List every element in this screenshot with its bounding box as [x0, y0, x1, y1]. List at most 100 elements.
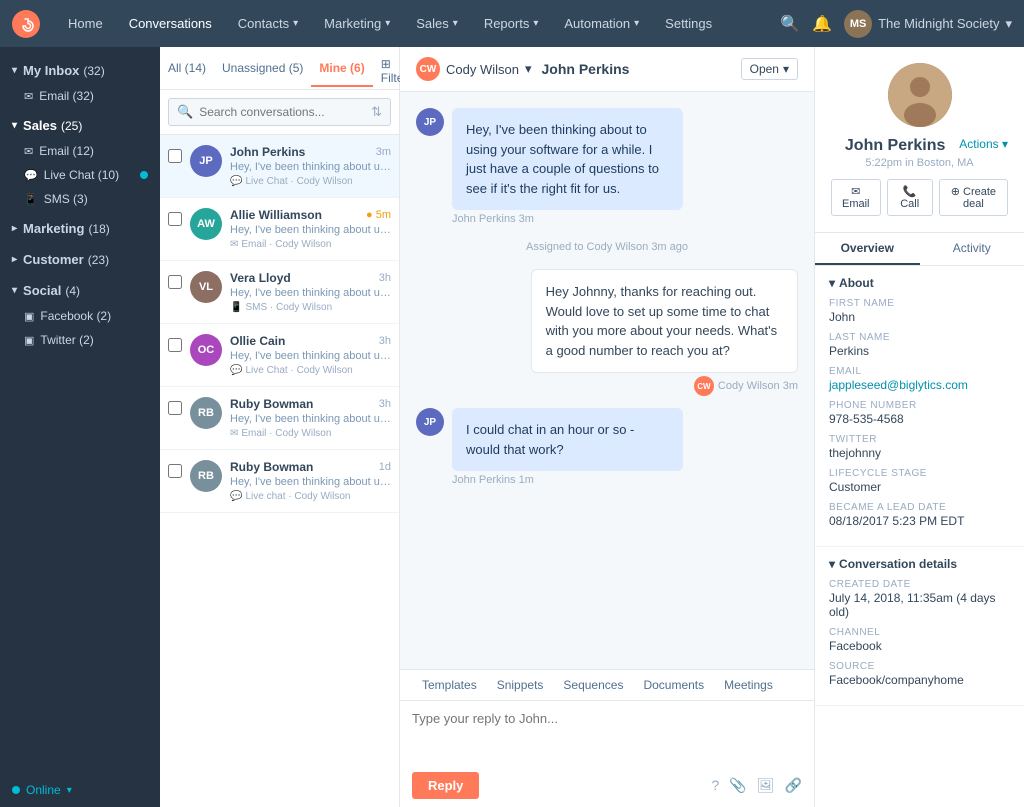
conv-name: Ruby Bowman — [230, 397, 313, 411]
conv-checkbox[interactable] — [168, 275, 182, 289]
sidebar-header-customer[interactable]: ▸ Customer (23) — [0, 246, 160, 273]
first-name-value: John — [829, 310, 1010, 324]
create-deal-button[interactable]: ⊕ Create deal — [939, 179, 1008, 216]
marketing-count: (18) — [88, 222, 109, 236]
conv-name: Ruby Bowman — [230, 460, 313, 474]
sidebar-section-label: Sales — [23, 118, 57, 133]
conv-preview: Hey, I've been thinking about using your… — [230, 476, 391, 488]
conversation-details-section: ▾ Conversation details Created date July… — [815, 547, 1024, 706]
chat-status[interactable]: Open ▾ — [741, 58, 798, 80]
sort-icon[interactable]: ⇅ — [371, 104, 382, 120]
conv-checkbox[interactable] — [168, 212, 182, 226]
email-contact-button[interactable]: ✉ Email — [831, 179, 881, 216]
message-agent-1: Hey Johnny, thanks for reaching out. Wou… — [531, 269, 798, 396]
tab-documents[interactable]: Documents — [633, 670, 714, 700]
sidebar-item-livechat-sales[interactable]: 💬 Live Chat (10) — [0, 163, 160, 187]
tab-mine[interactable]: Mine (6) — [311, 51, 372, 87]
sidebar-section-label: My Inbox — [23, 63, 79, 78]
nav-settings[interactable]: Settings — [653, 10, 724, 37]
actions-link[interactable]: Actions ▾ — [959, 137, 1008, 151]
sidebar-header-myinbox[interactable]: ▾ My Inbox (32) — [0, 57, 160, 84]
left-sidebar: ▾ My Inbox (32) ✉ Email (32) ▾ Sales (25… — [0, 47, 160, 807]
conv-time: 1d — [379, 461, 391, 473]
channel-field: Channel Facebook — [829, 627, 1010, 653]
conversation-details-header[interactable]: ▾ Conversation details — [829, 557, 1010, 571]
search-icon[interactable]: 🔍 — [780, 14, 800, 34]
help-icon[interactable]: ? — [712, 777, 720, 794]
search-input[interactable] — [199, 105, 365, 119]
avatar: AW — [190, 208, 222, 240]
conv-channel: 💬 Live chat · Cody Wilson — [230, 491, 391, 502]
conv-checkbox[interactable] — [168, 401, 182, 415]
lead-date-label: Became a Lead Date — [829, 502, 1010, 513]
last-name-value: Perkins — [829, 344, 1010, 358]
chat-header: CW Cody Wilson ▾ John Perkins Open ▾ — [400, 47, 814, 92]
nav-automation[interactable]: Automation ▾ — [552, 10, 651, 37]
assignee-selector[interactable]: CW Cody Wilson ▾ — [416, 57, 532, 81]
conv-time: 3h — [379, 335, 391, 347]
tab-activity[interactable]: Activity — [920, 233, 1024, 265]
sidebar-item-facebook[interactable]: ▣ Facebook (2) — [0, 304, 160, 328]
conv-preview: Hey, I've been thinking about using your… — [230, 224, 391, 236]
conv-item-john-perkins[interactable]: JP John Perkins 3m Hey, I've been thinki… — [160, 135, 399, 198]
conv-item-ruby-bowman-2[interactable]: RB Ruby Bowman 1d Hey, I've been thinkin… — [160, 450, 399, 513]
customer-avatar: JP — [416, 408, 444, 436]
conv-item-ollie-cain[interactable]: OC Ollie Cain 3h Hey, I've been thinking… — [160, 324, 399, 387]
hubspot-logo[interactable] — [12, 10, 40, 38]
conv-preview: Hey, I've been thinking about using your… — [230, 287, 391, 299]
conv-preview: Hey, I've been thinking about using your… — [230, 350, 391, 362]
tab-unassigned[interactable]: Unassigned (5) — [214, 51, 311, 87]
sidebar-item-sms-sales[interactable]: 📱 SMS (3) — [0, 187, 160, 211]
reply-button[interactable]: Reply — [412, 772, 479, 799]
nav-marketing[interactable]: Marketing ▾ — [312, 10, 402, 37]
conv-item-allie-williamson[interactable]: AW Allie Williamson ● 5m Hey, I've been … — [160, 198, 399, 261]
tab-meetings[interactable]: Meetings — [714, 670, 783, 700]
source-value: Facebook/companyhome — [829, 673, 1010, 687]
customer-avatar: JP — [416, 108, 444, 136]
email-value[interactable]: jappleseed@biglytics.com — [829, 378, 1010, 392]
sidebar-item-twitter[interactable]: ▣ Twitter (2) — [0, 328, 160, 352]
link-icon[interactable]: 🔗 — [785, 777, 802, 794]
chevron-down-icon: ▾ — [12, 65, 17, 76]
conv-item-vera-lloyd[interactable]: VL Vera Lloyd 3h Hey, I've been thinking… — [160, 261, 399, 324]
tab-all[interactable]: All (14) — [160, 51, 214, 87]
sidebar-item-email-sales[interactable]: ✉ Email (12) — [0, 139, 160, 163]
message-meta: CW Cody Wilson 3m — [531, 376, 798, 396]
conv-name: Ollie Cain — [230, 334, 285, 348]
chevron-down-icon: ▾ — [829, 557, 835, 571]
lead-date-value: 08/18/2017 5:23 PM EDT — [829, 514, 1010, 528]
nav-reports[interactable]: Reports ▾ — [472, 10, 551, 37]
tab-sequences[interactable]: Sequences — [553, 670, 633, 700]
sidebar-header-marketing[interactable]: ▸ Marketing (18) — [0, 215, 160, 242]
conv-checkbox[interactable] — [168, 338, 182, 352]
nav-contacts[interactable]: Contacts ▾ — [226, 10, 310, 37]
conv-item-ruby-bowman-1[interactable]: RB Ruby Bowman 3h Hey, I've been thinkin… — [160, 387, 399, 450]
right-sidebar: Actions ▾ John Perkins 5:22pm in Boston,… — [814, 47, 1024, 807]
sidebar-section-social: ▾ Social (4) ▣ Facebook (2) ▣ Twitter (2… — [0, 277, 160, 352]
tab-snippets[interactable]: Snippets — [487, 670, 554, 700]
chevron-down-icon: ▾ — [829, 276, 835, 290]
user-menu[interactable]: MS The Midnight Society ▾ — [844, 10, 1012, 38]
call-contact-button[interactable]: 📞 Call — [887, 179, 933, 216]
sidebar-section-label: Marketing — [23, 221, 84, 236]
search-box[interactable]: 🔍 ⇅ — [168, 98, 391, 126]
image-icon[interactable]: 🖼 — [757, 777, 775, 794]
about-header[interactable]: ▾ About — [829, 276, 1010, 290]
contact-header: Actions ▾ John Perkins 5:22pm in Boston,… — [815, 47, 1024, 233]
nav-conversations[interactable]: Conversations — [117, 10, 224, 37]
sidebar-item-email-inbox[interactable]: ✉ Email (32) — [0, 84, 160, 108]
conv-checkbox[interactable] — [168, 149, 182, 163]
message-customer-2: JP I could chat in an hour or so - would… — [416, 408, 683, 486]
reply-textarea[interactable] — [400, 701, 814, 761]
sidebar-header-sales[interactable]: ▾ Sales (25) — [0, 112, 160, 139]
tab-templates[interactable]: Templates — [412, 670, 487, 700]
conv-checkbox[interactable] — [168, 464, 182, 478]
attachment-icon[interactable]: 📎 — [729, 777, 746, 794]
online-toggle[interactable]: Online ▾ — [12, 783, 148, 797]
tab-overview[interactable]: Overview — [815, 233, 920, 265]
nav-sales[interactable]: Sales ▾ — [404, 10, 470, 37]
sidebar-header-social[interactable]: ▾ Social (4) — [0, 277, 160, 304]
nav-home[interactable]: Home — [56, 10, 115, 37]
lead-date-field: Became a Lead Date 08/18/2017 5:23 PM ED… — [829, 502, 1010, 528]
notification-icon[interactable]: 🔔 — [812, 14, 832, 34]
